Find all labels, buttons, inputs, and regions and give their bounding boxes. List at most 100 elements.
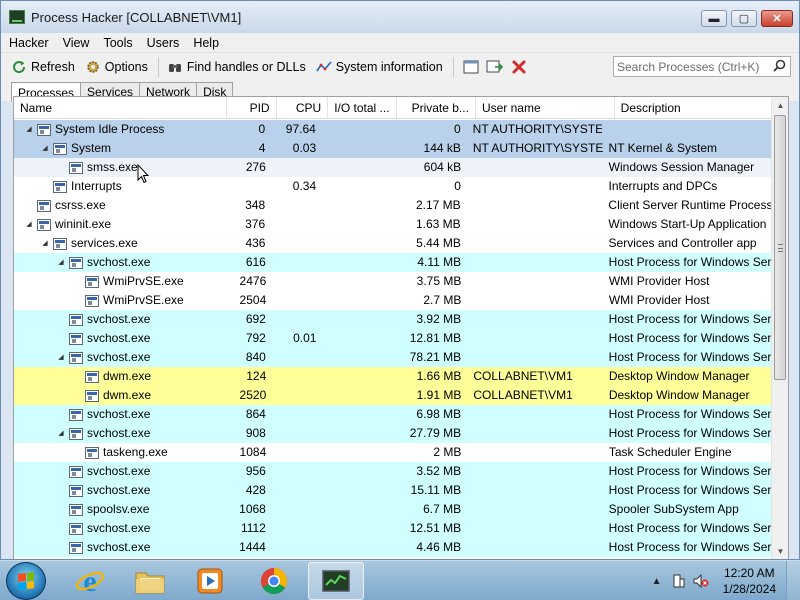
process-row[interactable]: ◢ wininit.exe 376 1.63 MB Windows Start-Up A…: [14, 215, 772, 234]
process-row[interactable]: taskeng.exe 1084 2 MB Task Scheduler Engine: [14, 443, 772, 462]
scroll-down-icon[interactable]: ▼: [772, 543, 788, 559]
process-row[interactable]: ◢ System 4 0.03 144 kB NT AUTHORITY\SYSTEM NT …: [14, 139, 772, 158]
terminate-icon[interactable]: [510, 58, 528, 76]
process-icon: [85, 446, 99, 459]
column-header-io-total[interactable]: I/O total ...: [328, 97, 397, 119]
process-user-name: [467, 253, 603, 272]
title-bar[interactable]: Process Hacker [COLLABNET\VM1] ▬ ▢ ✕: [1, 1, 799, 33]
process-row[interactable]: WmiPrvSE.exe 2476 3.75 MB WMI Provider Host: [14, 272, 772, 291]
column-header-pid[interactable]: PID: [227, 97, 277, 119]
column-header-cpu[interactable]: CPU: [277, 97, 329, 119]
find-handles-button[interactable]: Find handles or DLLs: [167, 59, 306, 75]
process-icon: [53, 142, 67, 155]
process-private-bytes: 604 kB: [423, 160, 462, 174]
toolbar: Refresh Options Find handles or DLLs Sys…: [1, 53, 799, 81]
taskbar-process-hacker[interactable]: [308, 562, 364, 600]
taskbar-chrome[interactable]: [246, 562, 302, 600]
process-name-cell: ◢ svchost.exe: [14, 424, 223, 443]
process-row[interactable]: spoolsv.exe 1068 6.7 MB Spooler SubSystem A…: [14, 500, 772, 519]
expand-toggle-icon[interactable]: ◢: [56, 348, 66, 367]
maximize-button[interactable]: ▢: [731, 10, 757, 27]
process-description: Windows Start-Up Application: [608, 217, 767, 231]
expand-toggle-icon[interactable]: ◢: [40, 139, 50, 158]
scroll-thumb[interactable]: [774, 115, 786, 380]
process-description: [602, 120, 772, 139]
search-icon[interactable]: [773, 59, 786, 75]
process-icon: [37, 199, 51, 212]
process-name-cell: ◢ services.exe: [14, 234, 223, 253]
column-header-description[interactable]: Description: [615, 97, 788, 119]
process-row[interactable]: Interrupts 0.34 0 Interrupts and DPCs: [14, 177, 772, 196]
window-arrow-icon[interactable]: [486, 58, 504, 76]
process-row[interactable]: svchost.exe 864 6.98 MB Host Process for Wi…: [14, 405, 772, 424]
menu-help[interactable]: Help: [193, 36, 219, 50]
process-row[interactable]: dwm.exe 2520 1.91 MB COLLABNET\VM1 Desktop W…: [14, 386, 772, 405]
process-name: Interrupts: [71, 179, 122, 193]
process-icon: [69, 484, 83, 497]
process-row[interactable]: svchost.exe 1444 4.46 MB Host Process for W…: [14, 538, 772, 557]
process-icon: [53, 180, 67, 193]
process-row[interactable]: ◢ svchost.exe 908 27.79 MB Host Process for …: [14, 424, 772, 443]
column-header-user-name[interactable]: User name: [476, 97, 615, 119]
process-row[interactable]: dwm.exe 124 1.66 MB COLLABNET\VM1 Desktop Wi…: [14, 367, 772, 386]
process-row[interactable]: ◢ services.exe 436 5.44 MB Services and Cont…: [14, 234, 772, 253]
process-row[interactable]: smss.exe 276 604 kB Windows Session Manager: [14, 158, 772, 177]
process-description: Windows Session Manager: [608, 160, 755, 174]
menu-view[interactable]: View: [63, 36, 90, 50]
scroll-up-icon[interactable]: ▲: [772, 97, 788, 114]
menu-users[interactable]: Users: [147, 36, 180, 50]
process-row[interactable]: svchost.exe 792 0.01 12.81 MB Host Process f…: [14, 329, 772, 348]
process-pid: [223, 177, 272, 196]
search-input[interactable]: [617, 59, 767, 74]
close-button[interactable]: ✕: [761, 10, 793, 27]
options-button[interactable]: Options: [85, 59, 148, 75]
minimize-button[interactable]: ▬: [701, 10, 727, 27]
refresh-button[interactable]: Refresh: [11, 59, 75, 75]
vertical-scrollbar[interactable]: ▲ ▼: [771, 97, 788, 559]
process-row[interactable]: svchost.exe 1112 12.51 MB Host Process for …: [14, 519, 772, 538]
process-row[interactable]: WmiPrvSE.exe 2504 2.7 MB WMI Provider Host: [14, 291, 772, 310]
menu-hacker[interactable]: Hacker: [9, 36, 49, 50]
process-name-cell: svchost.exe: [14, 538, 223, 557]
action-center-icon[interactable]: [671, 573, 687, 589]
column-header-name[interactable]: Name: [14, 97, 227, 119]
start-button[interactable]: [6, 562, 46, 600]
process-row[interactable]: ◢ svchost.exe 616 4.11 MB Host Process for W…: [14, 253, 772, 272]
menu-tools[interactable]: Tools: [103, 36, 132, 50]
expand-toggle-icon[interactable]: ◢: [24, 215, 34, 234]
system-information-button[interactable]: System information: [316, 59, 443, 75]
expand-toggle-icon[interactable]: ◢: [56, 253, 66, 272]
process-icon: [85, 389, 99, 402]
process-description: Host Process for Windows Ser...: [608, 464, 772, 478]
window-controls: ▬ ▢ ✕: [701, 10, 793, 27]
show-desktop-button[interactable]: [786, 561, 800, 600]
process-private-bytes: 0: [453, 122, 461, 136]
window-icon[interactable]: [462, 58, 480, 76]
process-row[interactable]: ◢ svchost.exe 840 78.21 MB Host Process for …: [14, 348, 772, 367]
process-name-cell: svchost.exe: [14, 481, 223, 500]
process-row[interactable]: svchost.exe 428 15.11 MB Host Process for W…: [14, 481, 772, 500]
process-user-name: NT AUTHORITY\SYSTEM: [472, 122, 603, 136]
clock[interactable]: 12:20 AM 1/28/2024: [723, 565, 776, 597]
process-row[interactable]: csrss.exe 348 2.17 MB Client Server Runtime…: [14, 196, 772, 215]
expand-toggle-icon[interactable]: ◢: [40, 234, 50, 253]
process-pid: 0: [258, 122, 266, 136]
expand-toggle-icon[interactable]: ◢: [56, 424, 66, 443]
process-io-total: [322, 196, 389, 215]
volume-muted-icon[interactable]: [693, 573, 709, 589]
process-icon: [69, 332, 83, 345]
expand-toggle-icon[interactable]: ◢: [24, 120, 34, 139]
column-header-private-bytes[interactable]: Private b...: [397, 97, 476, 119]
taskbar-file-explorer[interactable]: [122, 562, 178, 600]
process-row[interactable]: svchost.exe 956 3.52 MB Host Process for Wi…: [14, 462, 772, 481]
process-pid: 124: [246, 369, 267, 383]
process-cpu: [272, 424, 323, 443]
process-cpu: [272, 443, 323, 462]
taskbar-internet-explorer[interactable]: e: [62, 562, 118, 600]
process-row[interactable]: ◢ System Idle Process 0 97.64 0 NT AUTHORITY\…: [14, 120, 772, 139]
taskbar-media-player[interactable]: [182, 562, 238, 600]
show-hidden-icons-icon[interactable]: ▲: [649, 573, 665, 589]
process-row[interactable]: svchost.exe 692 3.92 MB Host Process for Wi…: [14, 310, 772, 329]
process-user-name: [467, 462, 603, 481]
process-name: svchost.exe: [87, 426, 151, 440]
